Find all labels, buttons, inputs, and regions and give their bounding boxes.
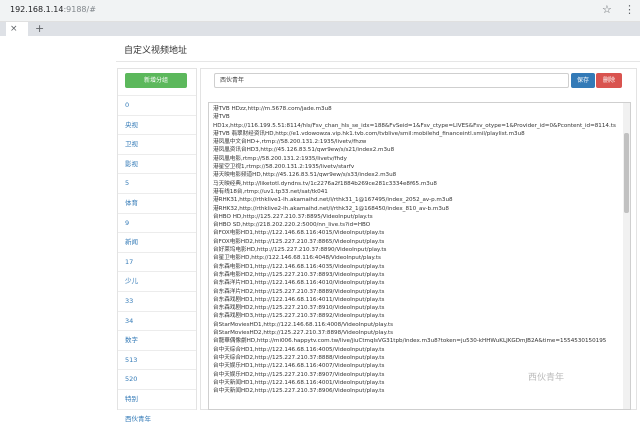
source-line: 台东森洋片HD2,http://125.227.210.37:8889/Vide… <box>213 288 623 296</box>
group-list: 0 央视 卫视 影视 5 体育 9 新闻 17 少儿 33 34 数字 513 … <box>118 95 196 428</box>
source-line: 台HBO HD,http://125.227.210.37:8895/Video… <box>213 213 623 221</box>
source-line: 台StarMoviesHD1,http://122.146.68.116:400… <box>213 321 623 329</box>
source-lines: 港TVB HDzz,http://m.5678.com/jade.m3u8港TV… <box>213 105 623 395</box>
group-item[interactable]: 体育 <box>118 193 196 213</box>
group-item[interactable]: 0 <box>118 95 196 115</box>
new-tab-icon[interactable]: + <box>35 22 44 36</box>
source-line: 台FOX电影HD1,http://122.146.68.116:4015/Vid… <box>213 229 623 237</box>
source-line: 台东森戏剧HD3,http://125.227.210.37:8892/Vide… <box>213 312 623 320</box>
source-line: 台好莱坞电影HD,http://125.227.210.37:8890/Vide… <box>213 246 623 254</box>
source-line: 台HBO SD,http://218.202.220.2:5000/nn_liv… <box>213 221 623 229</box>
source-line: 港TVB 翡翠财经资讯HD,http://e1.vdowowza.vip.hk1… <box>213 130 623 138</box>
group-item[interactable]: 513 <box>118 350 196 370</box>
group-item[interactable]: 520 <box>118 369 196 389</box>
group-item[interactable]: 央视 <box>118 115 196 135</box>
group-item[interactable]: 新闻 <box>118 232 196 252</box>
scrollbar[interactable] <box>623 103 630 409</box>
source-line: 台东森洋片HD1,http://122.146.68.116:4010/Vide… <box>213 279 623 287</box>
add-group-button[interactable]: 新增分组 <box>125 73 187 88</box>
url-field[interactable]: 192.168.1.14:9188/# <box>10 5 96 14</box>
source-line: 台东森电影HD1,http://122.146.68.116:4035/Vide… <box>213 263 623 271</box>
source-list-textarea[interactable]: 港TVB HDzz,http://m.5678.com/jade.m3u8港TV… <box>208 102 631 410</box>
source-line: 港天映电影频道HD,http://45.126.83.51/qwr9ew/s/s… <box>213 171 623 179</box>
group-item[interactable]: 卫视 <box>118 134 196 154</box>
source-line: 港TVB <box>213 113 623 121</box>
group-item[interactable]: 数字 <box>118 330 196 350</box>
source-line: HD1x,http://116.199.5.51:8114/hls/Fsv_ch… <box>213 122 623 130</box>
browser-tab[interactable]: × <box>6 22 28 36</box>
bookmark-star-icon[interactable]: ☆ <box>602 3 612 16</box>
page-title: 自定义视频地址 <box>124 43 187 56</box>
source-line: 港TVB HDzz,http://m.5678.com/jade.m3u8 <box>213 105 623 113</box>
group-item[interactable]: 5 <box>118 173 196 193</box>
group-item[interactable]: 34 <box>118 311 196 331</box>
source-line: 港凤凰中文台HD+,rtmp://58.200.131.2:1935/livet… <box>213 138 623 146</box>
group-item[interactable]: 西伙青年 <box>118 409 196 428</box>
scrollbar-thumb[interactable] <box>624 133 629 213</box>
url-path: :9188/# <box>63 5 95 14</box>
group-item[interactable]: 特别 <box>118 389 196 409</box>
source-line: 台东森戏剧HD1,http://122.146.68.116:4011/Vide… <box>213 296 623 304</box>
source-line: 港有线18台,rtmp://uv1.tp33.net/sat/tk041 <box>213 188 623 196</box>
source-line: 台FOX电影HD2,http://125.227.210.37:8865/Vid… <box>213 238 623 246</box>
source-line: 港凤凰资讯台HD3,http://45.126.83.51/qwr9ew/s/s… <box>213 146 623 154</box>
url-host: 192.168.1.14 <box>10 5 63 14</box>
watermark-logo: 西伙青年 <box>528 370 564 383</box>
source-line: 港RHK32,http://rthklive2-lh.akamaihd.net/… <box>213 205 623 213</box>
source-line: 台中天综合HD1,http://122.146.68.116:4005/Vide… <box>213 346 623 354</box>
group-item[interactable]: 影视 <box>118 154 196 174</box>
tab-strip: × + <box>0 22 640 36</box>
source-line: 马天映经典,http://liketotl.dyndns.tv/1c2276a2… <box>213 180 623 188</box>
group-item[interactable]: 少儿 <box>118 271 196 291</box>
watermark-text: 头条 @喳唧唧 <box>545 390 621 407</box>
kebab-menu-icon[interactable]: ⋮ <box>624 3 635 16</box>
delete-button[interactable]: 删除 <box>596 73 622 88</box>
source-line: 台东森戏剧HD2,http://125.227.210.37:8910/Vide… <box>213 304 623 312</box>
source-line: 台东森电影HD2,http://125.227.210.37:8893/Vide… <box>213 271 623 279</box>
group-item[interactable]: 9 <box>118 213 196 233</box>
editor-panel: 西伙青年 保存 删除 港TVB HDzz,http://m.5678.com/j… <box>200 68 637 410</box>
source-line: 港RHK31,http://rthklive1-lh.akamaihd.net/… <box>213 196 623 204</box>
group-sidebar: 新增分组 0 央视 卫视 影视 5 体育 9 新闻 17 少儿 33 34 数字… <box>117 68 197 410</box>
close-icon[interactable]: × <box>10 23 18 35</box>
save-button[interactable]: 保存 <box>571 73 595 88</box>
group-item[interactable]: 33 <box>118 291 196 311</box>
source-line: 港星空卫视1,rtmp://58.200.131.2:1935/livetv/s… <box>213 163 623 171</box>
group-item[interactable]: 17 <box>118 252 196 272</box>
source-line: 台龍華偶像劇HD,http://mi006.happytv.com.tw/liv… <box>213 337 623 345</box>
browser-address-bar: 192.168.1.14:9188/# ☆ ⋮ <box>0 0 640 22</box>
group-name-input[interactable]: 西伙青年 <box>214 73 569 88</box>
source-line: 港凤凰电影,rtmp://58.200.131.2:1935/livetv/fh… <box>213 155 623 163</box>
source-line: 台StarMoviesHD2,http://125.227.210.37:889… <box>213 329 623 337</box>
title-divider <box>116 61 640 62</box>
source-line: 台星卫电影HD,http://122.146.68.116:4048/Video… <box>213 254 623 262</box>
source-line: 台中天综合HD2,http://125.227.210.37:8888/Vide… <box>213 354 623 362</box>
